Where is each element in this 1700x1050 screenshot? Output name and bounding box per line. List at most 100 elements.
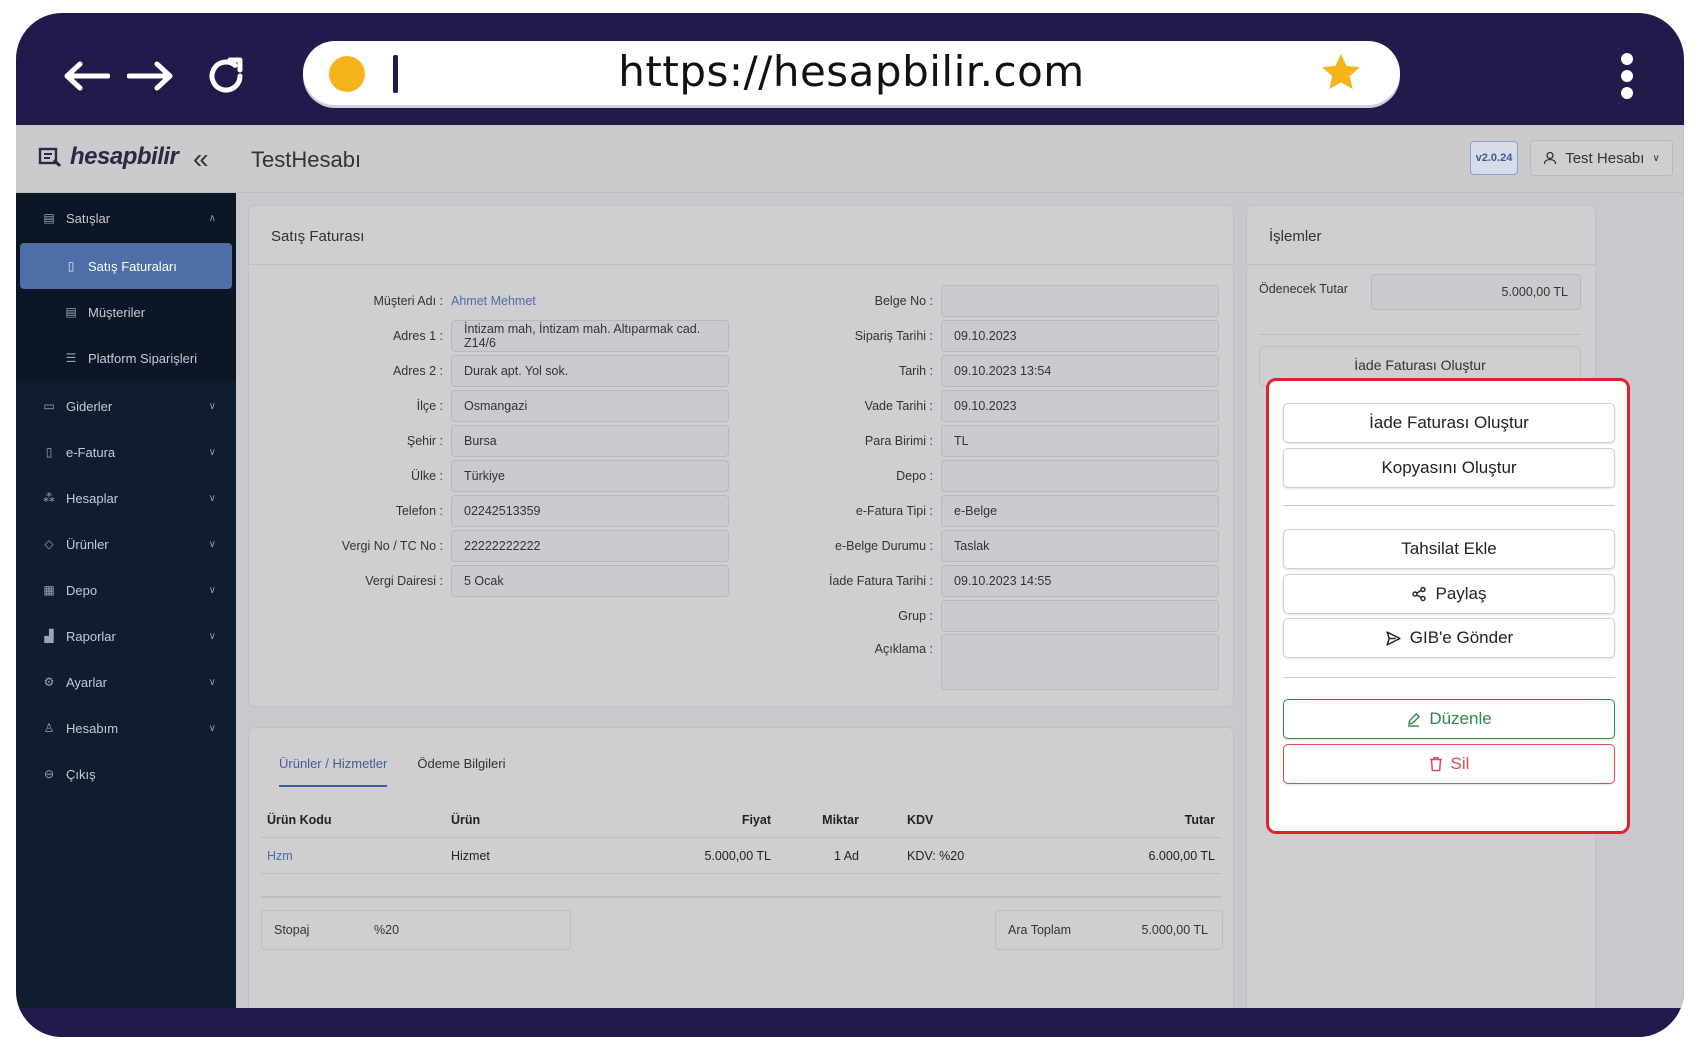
browser-toolbar: https://hesapbilir.com: [16, 13, 1684, 125]
reload-icon[interactable]: [196, 51, 256, 101]
city-field[interactable]: Bursa: [451, 425, 729, 457]
building-icon: ▤: [43, 211, 55, 225]
building-icon: ▤: [65, 305, 77, 319]
field-label: İade Fatura Tarihi :: [829, 574, 933, 588]
sidebar-item-label: Ayarlar: [66, 674, 107, 690]
sidebar-item-hesabim[interactable]: ♙ Hesabım ∨: [16, 705, 236, 751]
field-label: Müşteri Adı :: [373, 294, 443, 308]
delete-button[interactable]: Sil: [1283, 744, 1615, 784]
logo[interactable]: hesapbilir: [38, 143, 179, 171]
sidebar-item-depo[interactable]: ▦ Depo ∨: [16, 567, 236, 613]
date-field[interactable]: 09.10.2023 13:54: [941, 355, 1219, 387]
tab-products[interactable]: Ürünler / Hizmetler: [279, 756, 388, 787]
chevron-down-icon: ∨: [208, 630, 216, 642]
address2-field[interactable]: Durak apt. Yol sok.: [451, 355, 729, 387]
field-date: Tarih : 09.10.2023 13:54: [811, 354, 1219, 388]
sidebar-item-efatura[interactable]: ▯ e-Fatura ∨: [16, 429, 236, 475]
field-country: Ülke : Türkiye: [321, 459, 729, 493]
page-title: TestHesabı: [251, 147, 362, 172]
field-order-date: Sipariş Tarihi : 09.10.2023: [811, 319, 1219, 353]
chevron-down-icon: ∨: [208, 492, 216, 504]
stopaj-label: Stopaj: [274, 923, 310, 937]
bookmark-star-icon[interactable]: [1318, 50, 1364, 101]
tab-payment-info[interactable]: Ödeme Bilgileri: [417, 756, 505, 787]
sidebar-subitem-customers[interactable]: ▤ Müşteriler: [20, 289, 232, 335]
chevron-up-icon: ∧: [208, 212, 216, 224]
user-menu-button[interactable]: Test Hesabı ∨: [1530, 140, 1673, 176]
sidebar-item-label: Müşteriler: [88, 304, 146, 320]
products-table: Ürün Kodu Ürün Fiyat Miktar KDV Tutar Hz…: [261, 802, 1221, 874]
divider: [249, 264, 1233, 265]
chevron-down-icon: ∨: [208, 538, 216, 550]
sidebar-item-hesaplar[interactable]: ⁂ Hesaplar ∨: [16, 475, 236, 521]
currency-field[interactable]: TL: [941, 425, 1219, 457]
share-button[interactable]: Paylaş: [1283, 574, 1615, 614]
district-field[interactable]: Osmangazi: [451, 390, 729, 422]
button-label: Düzenle: [1429, 709, 1492, 728]
tax-no-field[interactable]: 22222222222: [451, 530, 729, 562]
divider: [1247, 264, 1595, 265]
return-date-field[interactable]: 09.10.2023 14:55: [941, 565, 1219, 597]
users-icon: ⁂: [43, 491, 55, 505]
browser-menu-icon[interactable]: [1620, 53, 1634, 99]
field-label: Para Birimi :: [864, 434, 933, 448]
field-einvoice-type: e-Fatura Tipi : e-Belge: [811, 494, 1219, 528]
field-edocument-status: e-Belge Durumu : Taslak: [811, 529, 1219, 563]
field-phone: Telefon : 02242513359: [321, 494, 729, 528]
url-text[interactable]: https://hesapbilir.com: [303, 47, 1400, 96]
product-kdv: KDV: %20: [907, 848, 965, 863]
collapse-sidebar-icon[interactable]: «: [193, 143, 209, 175]
sidebar-subitem-platform-orders[interactable]: ☰ Platform Siparişleri: [20, 335, 232, 381]
sidebar-item-giderler[interactable]: ▭ Giderler ∨: [16, 383, 236, 429]
field-tax-office: Vergi Dairesi : 5 Ocak: [321, 564, 729, 598]
forward-arrow-icon[interactable]: [121, 51, 181, 101]
add-collection-button[interactable]: Tahsilat Ekle: [1283, 529, 1615, 569]
sidebar-item-ayarlar[interactable]: ⚙ Ayarlar ∨: [16, 659, 236, 705]
sidebar-item-label: Çıkış: [66, 766, 96, 782]
invoice-icon: ▯: [45, 445, 53, 459]
edit-button[interactable]: Düzenle: [1283, 699, 1615, 739]
document-no-field[interactable]: [941, 285, 1219, 317]
field-city: Şehir : Bursa: [321, 424, 729, 458]
pencil-icon: [1408, 712, 1421, 727]
edocument-status-field[interactable]: Taslak: [941, 530, 1219, 562]
group-field[interactable]: [941, 600, 1219, 632]
due-amount-field: 5.000,00 TL: [1371, 274, 1581, 310]
field-label: e-Belge Durumu :: [835, 539, 933, 553]
address-bar[interactable]: https://hesapbilir.com: [303, 41, 1400, 105]
field-address2: Adres 2 : Durak apt. Yol sok.: [321, 354, 729, 388]
address1-field[interactable]: İntizam mah, İntizam mah. Altıparmak cad…: [451, 320, 729, 352]
description-field[interactable]: [941, 634, 1219, 690]
due-date-field[interactable]: 09.10.2023: [941, 390, 1219, 422]
send-to-gib-button[interactable]: GIB'e Gönder: [1283, 618, 1615, 658]
sidebar-item-label: Satışlar: [66, 210, 111, 226]
sidebar-subitem-sales-invoices[interactable]: ▯ Satış Faturaları: [20, 243, 232, 289]
warehouse-icon: ▦: [43, 583, 55, 597]
logo-text: hesapbilir: [70, 143, 179, 170]
browser-bottom-frame: [16, 1008, 1684, 1037]
logo-icon: [38, 147, 62, 168]
chevron-down-icon: ∨: [208, 400, 216, 412]
sidebar-item-urunler[interactable]: ◇ Ürünler ∨: [16, 521, 236, 567]
einvoice-type-field[interactable]: e-Belge: [941, 495, 1219, 527]
field-district: İlçe : Osmangazi: [321, 389, 729, 423]
create-copy-button[interactable]: Kopyasını Oluştur: [1283, 448, 1615, 488]
sidebar-item-cikis[interactable]: ⊖ Çıkış: [16, 751, 236, 797]
sidebar-item-satislar[interactable]: ▤ Satışlar ∧: [16, 193, 236, 243]
column-header: Ürün Kodu: [267, 812, 332, 827]
gear-icon: ⚙: [43, 675, 55, 689]
tax-office-field[interactable]: 5 Ocak: [451, 565, 729, 597]
country-field[interactable]: Türkiye: [451, 460, 729, 492]
divider: [1283, 677, 1615, 678]
create-return-invoice-button[interactable]: İade Faturası Oluştur: [1283, 403, 1615, 443]
phone-field[interactable]: 02242513359: [451, 495, 729, 527]
field-label: Ülke :: [411, 469, 443, 483]
document-icon: ▯: [67, 259, 75, 273]
back-arrow-icon[interactable]: [56, 51, 116, 101]
order-date-field[interactable]: 09.10.2023: [941, 320, 1219, 352]
sidebar-item-raporlar[interactable]: ▟ Raporlar ∨: [16, 613, 236, 659]
button-label: GIB'e Gönder: [1409, 628, 1514, 647]
customer-link[interactable]: Ahmet Mehmet: [451, 294, 536, 308]
product-code-link[interactable]: Hzm: [261, 849, 451, 863]
warehouse-field[interactable]: [941, 460, 1219, 492]
